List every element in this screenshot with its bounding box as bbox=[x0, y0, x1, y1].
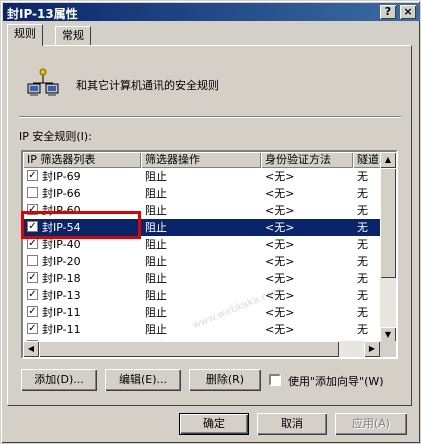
rule-enabled-checkbox[interactable]: ✓ bbox=[27, 323, 38, 334]
edit-button[interactable]: 编辑(E)... bbox=[105, 369, 181, 391]
column-header-filter-action[interactable]: 筛选器操作 bbox=[141, 152, 261, 168]
rule-enabled-checkbox[interactable]: ✓ bbox=[27, 170, 38, 181]
rule-enabled-checkbox[interactable]: ✓ bbox=[27, 306, 38, 317]
rule-filter-name: 封IP-13 bbox=[42, 289, 81, 302]
scroll-corner bbox=[380, 341, 396, 357]
rule-filter-action: 阻止 bbox=[145, 170, 167, 183]
rule-filter-name: 封IP-60 bbox=[42, 204, 81, 217]
rule-enabled-checkbox[interactable]: ✓ bbox=[27, 289, 38, 300]
vertical-scrollbar[interactable]: ▲ ▼ bbox=[380, 152, 396, 343]
rule-auth-method: <无> bbox=[265, 170, 295, 183]
rule-filter-action: 阻止 bbox=[145, 187, 167, 200]
window-title: 封IP-13属性 bbox=[7, 7, 78, 21]
apply-button[interactable]: 应用(A) bbox=[335, 413, 407, 435]
rule-filter-action: 阻止 bbox=[145, 221, 167, 234]
close-button[interactable]: × bbox=[400, 5, 416, 19]
rule-auth-method: <无> bbox=[265, 306, 295, 319]
delete-button[interactable]: 删除(R) bbox=[189, 369, 261, 391]
rule-auth-method: <无> bbox=[265, 187, 295, 200]
rule-filter-name: 封IP-54 bbox=[42, 221, 81, 234]
rule-enabled-checkbox[interactable] bbox=[27, 255, 38, 266]
table-row[interactable]: ✓ 封IP-18 阻止 <无> 无 bbox=[23, 270, 380, 287]
horizontal-scrollbar[interactable]: ◀ ▶ bbox=[23, 341, 380, 357]
rule-tunnel: 无 bbox=[357, 238, 368, 251]
rule-filter-name: 封IP-18 bbox=[42, 272, 81, 285]
vertical-scroll-thumb[interactable] bbox=[380, 168, 396, 278]
rule-tunnel: 无 bbox=[357, 204, 368, 217]
table-row[interactable]: ✓ 封IP-13 阻止 <无> 无 bbox=[23, 287, 380, 304]
scroll-left-icon[interactable]: ◀ bbox=[23, 341, 39, 357]
rule-tunnel: 无 bbox=[357, 221, 368, 234]
rule-filter-action: 阻止 bbox=[145, 306, 167, 319]
rule-filter-name: 封IP-66 bbox=[42, 187, 81, 200]
rule-enabled-checkbox[interactable]: ✓ bbox=[27, 272, 38, 283]
rule-filter-action: 阻止 bbox=[145, 255, 167, 268]
rule-filter-action: 阻止 bbox=[145, 272, 167, 285]
rule-tunnel: 无 bbox=[357, 323, 368, 336]
properties-dialog: 封IP-13属性 ? × 规则 常规 和其它计算机通讯的安全规则 IP 安全规则… bbox=[0, 0, 421, 444]
rule-filter-action: 阻止 bbox=[145, 289, 167, 302]
rule-filter-name: 封IP-40 bbox=[42, 238, 81, 251]
table-row[interactable]: 封IP-66 阻止 <无> 无 bbox=[23, 185, 380, 202]
column-header-filter-list[interactable]: IP 筛选器列表 bbox=[23, 152, 141, 168]
rule-tunnel: 无 bbox=[357, 170, 368, 183]
column-header-auth-method[interactable]: 身份验证方法 bbox=[261, 152, 353, 168]
table-row[interactable]: ✓ 封IP-54 阻止 <无> 无 bbox=[23, 219, 380, 236]
tab-general[interactable]: 常规 bbox=[55, 26, 91, 45]
table-row[interactable]: 封IP-20 阻止 <无> 无 bbox=[23, 253, 380, 270]
table-row[interactable]: ✓ 封IP-60 阻止 <无> 无 bbox=[23, 202, 380, 219]
rule-auth-method: <无> bbox=[265, 221, 295, 234]
title-bar: 封IP-13属性 ? × bbox=[3, 3, 420, 21]
rule-filter-name: 封IP-11 bbox=[42, 323, 81, 336]
rule-enabled-checkbox[interactable]: ✓ bbox=[27, 204, 38, 215]
rules-description: 和其它计算机通讯的安全规则 bbox=[76, 79, 219, 92]
rule-tunnel: 无 bbox=[357, 255, 368, 268]
horizontal-scroll-thumb[interactable] bbox=[39, 341, 339, 357]
rule-auth-method: <无> bbox=[265, 272, 295, 285]
rule-enabled-checkbox[interactable]: ✓ bbox=[27, 221, 38, 232]
add-button[interactable]: 添加(D)... bbox=[21, 369, 97, 391]
ok-button[interactable]: 确定 bbox=[179, 413, 249, 435]
rule-tunnel: 无 bbox=[357, 187, 368, 200]
rule-tunnel: 无 bbox=[357, 289, 368, 302]
rule-tunnel: 无 bbox=[357, 272, 368, 285]
rule-enabled-checkbox[interactable] bbox=[27, 187, 38, 198]
rule-auth-method: <无> bbox=[265, 204, 295, 217]
use-wizard-checkbox[interactable] bbox=[269, 374, 281, 386]
rules-listview[interactable]: IP 筛选器列表 筛选器操作 身份验证方法 隧道 ✓ 封IP-69 阻止 <无> 无封I… bbox=[21, 150, 398, 359]
rule-filter-action: 阻止 bbox=[145, 204, 167, 217]
cancel-button[interactable]: 取消 bbox=[257, 413, 327, 435]
rule-filter-name: 封IP-11 bbox=[42, 306, 81, 319]
rule-filter-action: 阻止 bbox=[145, 323, 167, 336]
rule-auth-method: <无> bbox=[265, 323, 295, 336]
table-row[interactable]: ✓ 封IP-69 阻止 <无> 无 bbox=[23, 168, 380, 185]
help-button[interactable]: ? bbox=[380, 5, 396, 19]
rule-filter-name: 封IP-69 bbox=[42, 170, 81, 183]
rule-enabled-checkbox[interactable]: ✓ bbox=[27, 238, 38, 249]
rule-tunnel: 无 bbox=[357, 306, 368, 319]
table-row[interactable]: ✓ 封IP-40 阻止 <无> 无 bbox=[23, 236, 380, 253]
scroll-up-icon[interactable]: ▲ bbox=[380, 152, 396, 168]
use-wizard-label: 使用"添加向导"(W) bbox=[288, 375, 384, 388]
rule-auth-method: <无> bbox=[265, 255, 295, 268]
tab-rules[interactable]: 规则 bbox=[7, 24, 43, 46]
rules-list-label: IP 安全规则(I): bbox=[19, 130, 92, 143]
rule-filter-action: 阻止 bbox=[145, 238, 167, 251]
rule-auth-method: <无> bbox=[265, 238, 295, 251]
list-header: IP 筛选器列表 筛选器操作 身份验证方法 隧道 bbox=[23, 152, 384, 168]
separator bbox=[19, 116, 401, 118]
scroll-right-icon[interactable]: ▶ bbox=[364, 341, 380, 357]
network-computers-icon bbox=[27, 68, 59, 96]
rule-filter-name: 封IP-20 bbox=[42, 255, 81, 268]
